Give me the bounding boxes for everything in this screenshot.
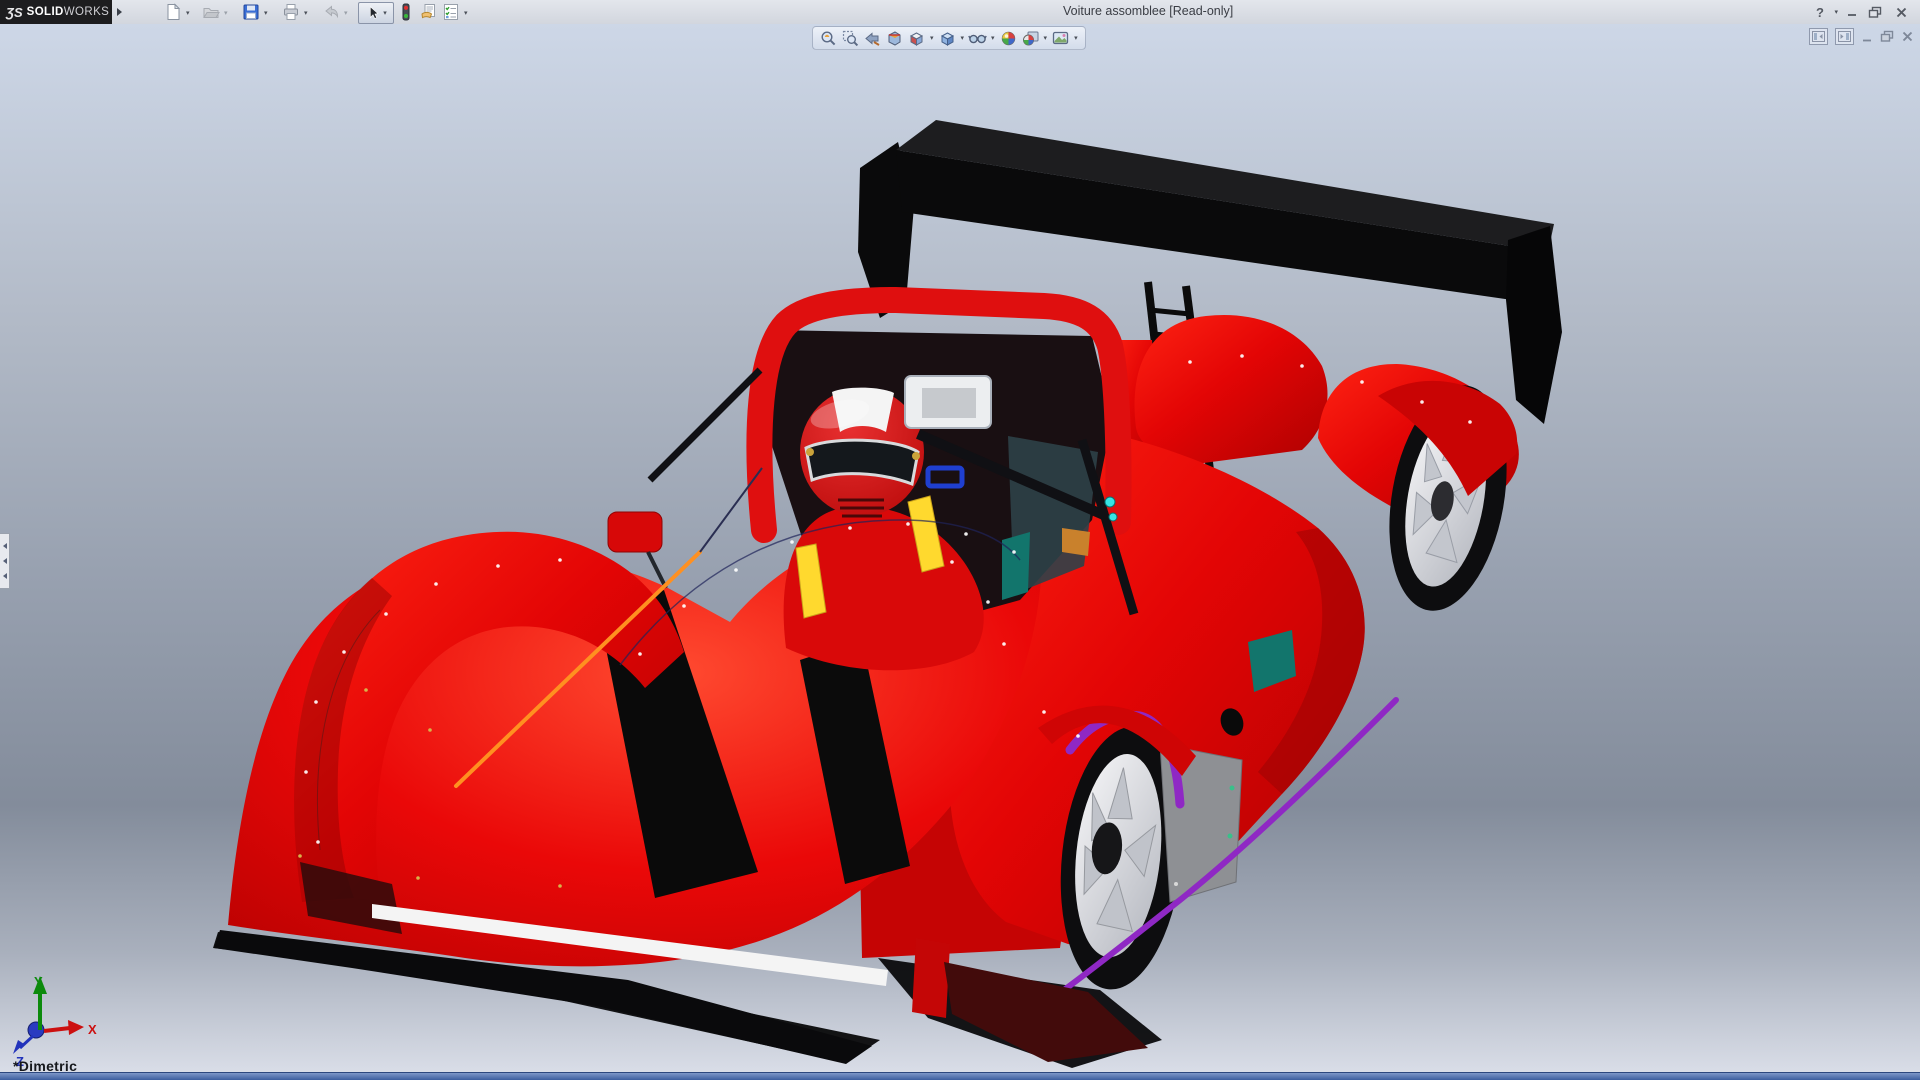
document-close-button[interactable] [1901,30,1914,43]
collapse-right-icon [1838,31,1851,42]
zoom-to-area-icon [842,30,859,47]
view-settings-dropdown-arrow[interactable]: ▾ [1074,34,1078,42]
document-minimize-button[interactable] [1861,31,1873,43]
document-restore-icon [1880,30,1894,43]
display-style-cube-icon [939,30,956,47]
section-view-icon [886,30,903,47]
hide-show-items-button[interactable] [968,29,987,48]
edit-appearance-button[interactable] [999,29,1018,48]
display-style-button[interactable] [938,29,957,48]
left-triangle-icon [3,573,7,579]
apply-scene-button[interactable] [1021,29,1040,48]
display-style-dropdown-arrow[interactable]: ▾ [961,34,965,42]
document-restore-button[interactable] [1880,30,1894,43]
zoom-to-fit-icon [820,30,837,47]
triad-x-label: X [88,1022,97,1037]
side-mirror [608,512,662,552]
document-minimize-icon [1861,31,1873,43]
left-triangle-icon [3,543,7,549]
apply-scene-icon [1022,30,1039,47]
collapse-left-icon [1812,31,1825,42]
section-view-button[interactable] [885,29,904,48]
view-orientation-dropdown-arrow[interactable]: ▾ [930,34,934,42]
view-orientation-cube-icon [908,30,925,47]
previous-view-icon [864,30,881,47]
apply-scene-dropdown-arrow[interactable]: ▾ [1044,34,1048,42]
hide-show-dropdown-arrow[interactable]: ▾ [991,34,995,42]
document-window-controls [1809,28,1914,45]
left-triangle-icon [3,558,7,564]
car-model[interactable] [213,120,1562,1068]
eyeglasses-icon [968,30,987,47]
collapse-pane-right-button[interactable] [1835,28,1854,45]
graphics-viewport[interactable]: Y X Z [0,24,1920,1080]
view-settings-button[interactable] [1051,29,1070,48]
triad-y-label: Y [34,974,43,989]
zoom-to-area-button[interactable] [841,29,860,48]
window-bottom-border [0,1072,1920,1080]
previous-view-button[interactable] [863,29,882,48]
orientation-triad: Y X Z [13,974,97,1069]
feature-manager-splitter-tab[interactable] [0,533,10,589]
view-settings-icon [1052,30,1069,47]
appearance-ball-icon [1000,30,1017,47]
model-scene[interactable]: Y X Z [0,0,1920,1080]
document-close-icon [1901,30,1914,43]
zoom-to-fit-button[interactable] [819,29,838,48]
collapse-pane-left-button[interactable] [1809,28,1828,45]
heads-up-view-toolbar: ▾ ▾ ▾ [812,26,1086,50]
view-orientation-button[interactable] [907,29,926,48]
